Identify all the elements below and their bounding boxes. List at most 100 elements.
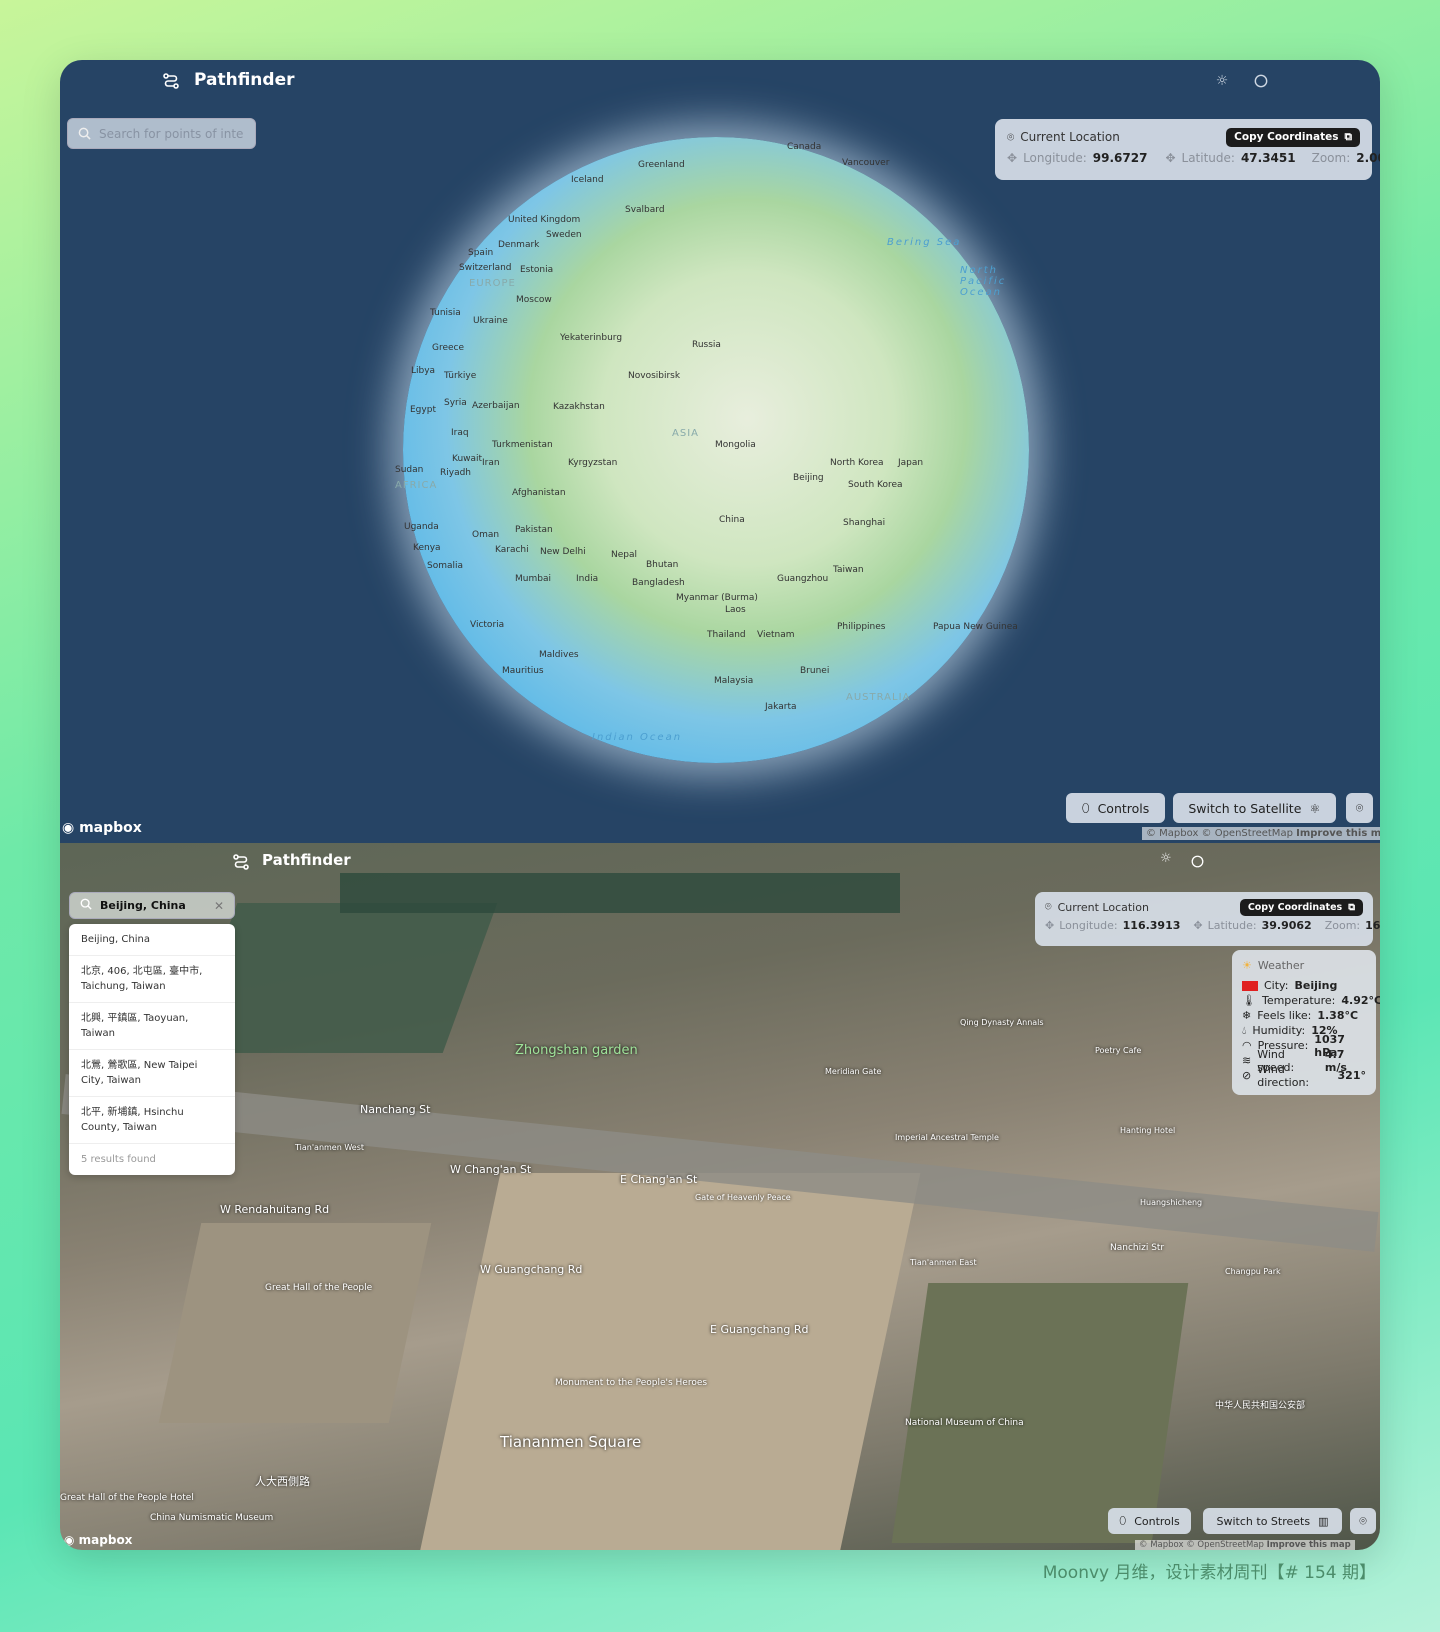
globe-place-label[interactable]: Sweden xyxy=(546,230,582,240)
globe-place-label[interactable]: United Kingdom xyxy=(508,215,580,225)
map-place-label[interactable]: Nanchang St xyxy=(360,1103,430,1116)
globe-place-label[interactable]: Kuwait xyxy=(452,454,482,464)
globe-place-label[interactable]: Papua New Guinea xyxy=(933,622,1018,632)
map-place-label[interactable]: 中华人民共和国公安部 xyxy=(1215,1398,1305,1411)
globe-place-label[interactable]: EUROPE xyxy=(469,278,516,289)
globe-place-label[interactable]: Myanmar (Burma) xyxy=(676,593,758,603)
map-place-label[interactable]: W Rendahuitang Rd xyxy=(220,1203,329,1216)
globe-place-label[interactable]: Russia xyxy=(692,340,721,350)
globe-place-label[interactable]: Mauritius xyxy=(502,666,544,676)
globe-place-label[interactable]: Nepal xyxy=(611,550,637,560)
map-place-label[interactable]: 人大西側路 xyxy=(255,1473,310,1489)
controls-button[interactable]: ⬯ Controls xyxy=(1066,793,1165,823)
map-place-label[interactable]: Monument to the People's Heroes xyxy=(555,1378,707,1388)
globe-place-label[interactable]: AFRICA xyxy=(395,480,437,491)
globe-place-label[interactable]: Pakistan xyxy=(515,525,553,535)
globe-place-label[interactable]: Vietnam xyxy=(757,630,795,640)
map-place-label[interactable]: National Museum of China xyxy=(905,1418,1024,1428)
globe-place-label[interactable]: Estonia xyxy=(520,265,553,275)
search-result[interactable]: Beijing, China xyxy=(69,924,235,956)
github-icon[interactable] xyxy=(1252,72,1270,90)
globe-place-label[interactable]: Philippines xyxy=(837,622,886,632)
globe-place-label[interactable]: Novosibirsk xyxy=(628,371,680,381)
map-place-label[interactable]: Zhongshan garden xyxy=(515,1043,638,1058)
globe-place-label[interactable]: Greenland xyxy=(638,160,685,170)
map-place-label[interactable]: Gate of Heavenly Peace xyxy=(695,1193,791,1202)
globe-place-label[interactable]: Denmark xyxy=(498,240,539,250)
switch-to-satellite-button[interactable]: Switch to Satellite ⚛ xyxy=(1173,793,1336,823)
map-place-label[interactable]: Nanchizi Str xyxy=(1110,1243,1164,1253)
globe-place-label[interactable]: Mongolia xyxy=(715,440,756,450)
search-input[interactable]: Beijing, China ✕ xyxy=(69,892,235,919)
search-result[interactable]: 北京, 406, 北屯區, 臺中市, Taichung, Taiwan xyxy=(69,956,235,1003)
globe-place-label[interactable]: North Korea xyxy=(830,458,884,468)
globe-place-label[interactable]: Kenya xyxy=(413,543,441,553)
search-input[interactable]: Search for points of inte xyxy=(67,118,256,149)
map-place-label[interactable]: Tiananmen Square xyxy=(500,1433,641,1451)
attribution-text[interactable]: © Mapbox © OpenStreetMap xyxy=(1139,1540,1264,1550)
globe-place-label[interactable]: India xyxy=(576,574,598,584)
map-place-label[interactable]: Poetry Cafe xyxy=(1095,1046,1141,1055)
globe-place-label[interactable]: Kazakhstan xyxy=(553,402,605,412)
globe-place-label[interactable]: Maldives xyxy=(539,650,579,660)
copy-coordinates-button[interactable]: Copy Coordinates ⧉ xyxy=(1226,127,1360,147)
globe-place-label[interactable]: China xyxy=(719,515,745,525)
globe-place-label[interactable]: Afghanistan xyxy=(512,488,566,498)
map-place-label[interactable]: W Guangchang Rd xyxy=(480,1263,582,1276)
globe-place-label[interactable]: Iraq xyxy=(451,428,469,438)
globe-place-label[interactable]: Türkiye xyxy=(444,371,476,381)
globe-place-label[interactable]: Egypt xyxy=(410,405,436,415)
globe-place-label[interactable]: Riyadh xyxy=(440,468,471,478)
globe-place-label[interactable]: Libya xyxy=(411,366,435,376)
map-place-label[interactable]: Great Hall of the People xyxy=(265,1283,372,1293)
improve-map-link[interactable]: Improve this map xyxy=(1267,1540,1351,1550)
theme-toggle-sun-icon[interactable]: ☼ xyxy=(1213,72,1231,90)
globe-place-label[interactable]: Somalia xyxy=(427,561,463,571)
map-place-label[interactable]: Changpu Park xyxy=(1225,1267,1281,1276)
theme-toggle-sun-icon[interactable]: ☼ xyxy=(1160,851,1172,866)
globe-place-label[interactable]: Thailand xyxy=(707,630,746,640)
globe-place-label[interactable]: Japan xyxy=(898,458,923,468)
globe-place-label[interactable]: Brunei xyxy=(800,666,829,676)
globe-place-label[interactable]: Moscow xyxy=(516,295,552,305)
globe-place-label[interactable]: Yekaterinburg xyxy=(560,333,622,343)
streets-map-view[interactable]: Canada Greenland Iceland Svalbard Vancouver U… xyxy=(60,60,1380,843)
globe-place-label[interactable]: Jakarta xyxy=(765,702,796,712)
globe-place-label[interactable]: Canada xyxy=(787,142,821,152)
globe-place-label[interactable]: Vancouver xyxy=(842,158,889,168)
map-place-label[interactable]: Imperial Ancestral Temple xyxy=(895,1133,999,1142)
map-place-label[interactable]: Huangshicheng xyxy=(1140,1198,1202,1207)
globe-place-label[interactable]: Spain xyxy=(468,248,493,258)
globe-place-label[interactable]: Ukraine xyxy=(473,316,508,326)
attribution-text[interactable]: © Mapbox © OpenStreetMap xyxy=(1146,828,1293,839)
map-place-label[interactable]: Tian'anmen West xyxy=(295,1143,364,1152)
globe-place-label[interactable]: Azerbaijan xyxy=(472,401,520,411)
globe-place-label[interactable]: Oman xyxy=(472,530,499,540)
globe-place-label[interactable]: New Delhi xyxy=(540,547,586,557)
map-place-label[interactable]: Qing Dynasty Annals xyxy=(960,1018,1044,1027)
globe-place-label[interactable]: Iran xyxy=(482,458,500,468)
satellite-map-view[interactable]: Zhongshan garden Tiananmen Square W Chang'… xyxy=(60,843,1380,1550)
globe-place-label[interactable]: Turkmenistan xyxy=(492,440,553,450)
mapbox-logo[interactable]: ◉ mapbox xyxy=(62,820,142,836)
map-place-label[interactable]: Tian'anmen East xyxy=(910,1258,977,1267)
globe-place-label[interactable]: South Korea xyxy=(848,480,903,490)
mapbox-logo[interactable]: ◉ mapbox xyxy=(64,1533,132,1547)
map-place-label[interactable]: E Guangchang Rd xyxy=(710,1323,808,1336)
globe-place-label[interactable]: Beijing xyxy=(793,473,824,483)
map-place-label[interactable]: E Chang'an St xyxy=(620,1173,697,1186)
globe-place-label[interactable]: Syria xyxy=(444,398,467,408)
clear-search-icon[interactable]: ✕ xyxy=(214,899,224,913)
search-result[interactable]: 北鶯, 鶯歌區, New Taipei City, Taiwan xyxy=(69,1050,235,1097)
globe-place-label[interactable]: Bhutan xyxy=(646,560,678,570)
search-result[interactable]: 北平, 新埔鎮, Hsinchu County, Taiwan xyxy=(69,1097,235,1144)
globe-place-label[interactable]: Laos xyxy=(725,605,746,615)
globe-place-label[interactable]: Greece xyxy=(432,343,464,353)
globe[interactable] xyxy=(403,137,1029,763)
map-place-label[interactable]: China Numismatic Museum xyxy=(150,1513,273,1523)
switch-to-streets-button[interactable]: Switch to Streets ▥ xyxy=(1203,1508,1342,1534)
map-place-label[interactable]: Meridian Gate xyxy=(825,1067,881,1076)
map-place-label[interactable]: Hanting Hotel xyxy=(1120,1126,1175,1135)
globe-place-label[interactable]: Malaysia xyxy=(714,676,753,686)
search-result[interactable]: 北興, 平鎮區, Taoyuan, Taiwan xyxy=(69,1003,235,1050)
